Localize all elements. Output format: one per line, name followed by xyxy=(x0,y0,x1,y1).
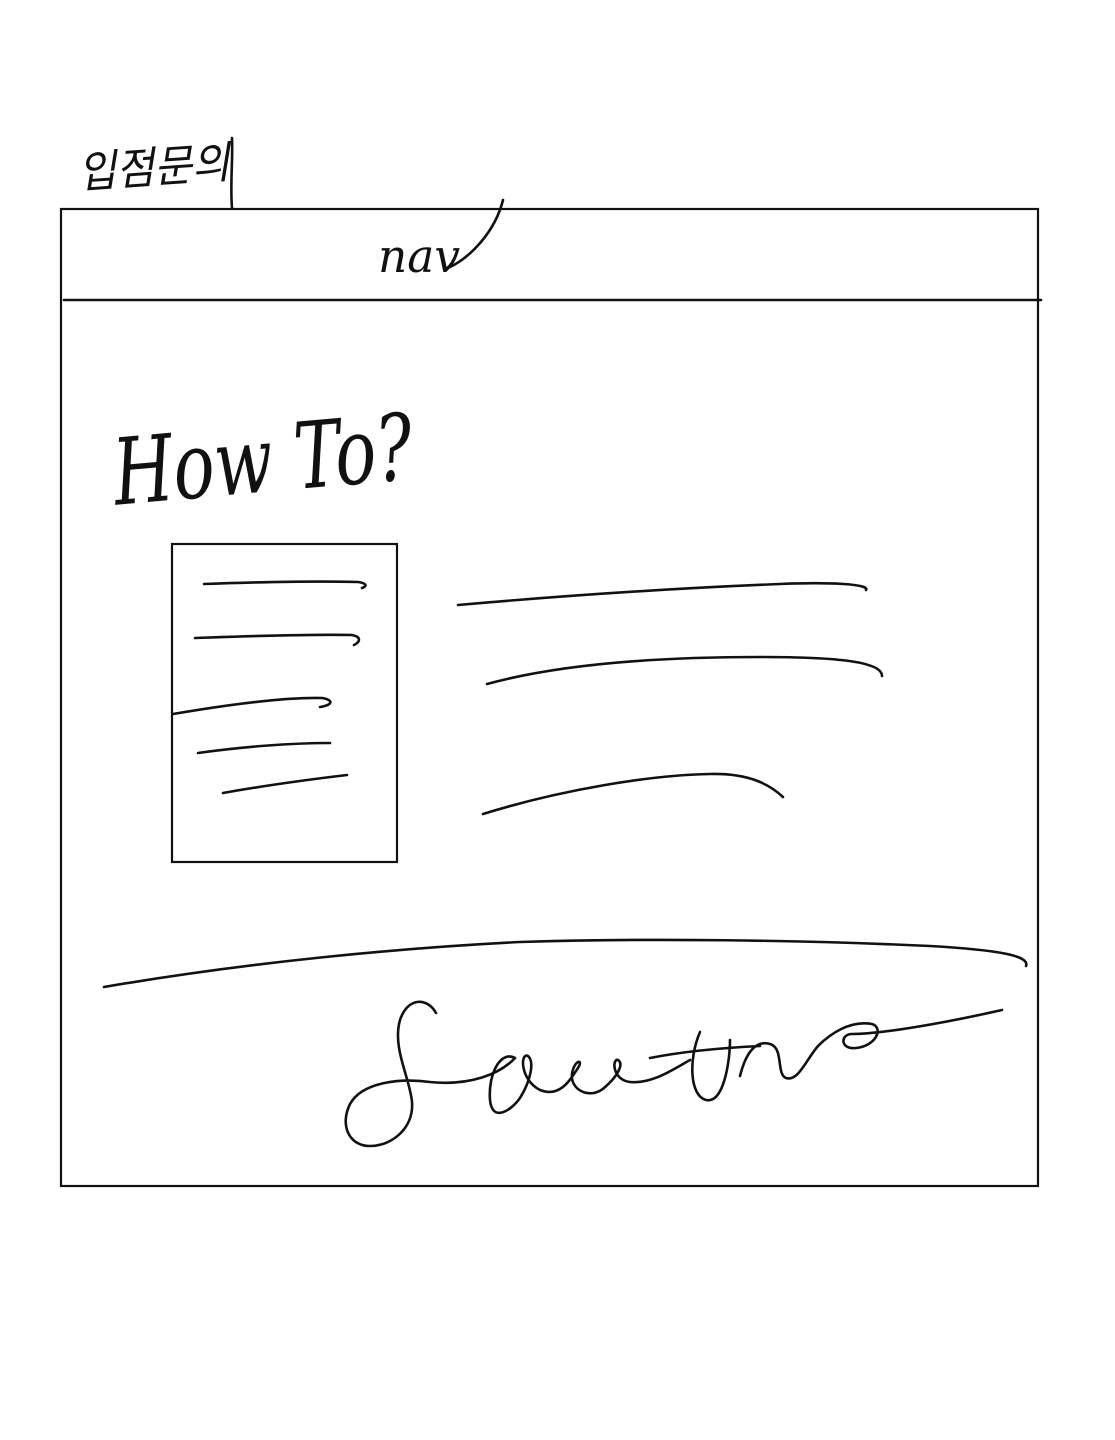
wireframe-sketch: 입점문의 nav How To? xyxy=(59,136,1043,1188)
page-title: 입점문의 xyxy=(76,137,234,199)
description-block xyxy=(456,581,884,816)
main-heading: How To? xyxy=(107,394,417,527)
page-frame xyxy=(59,207,1040,1188)
description-line xyxy=(456,581,868,607)
card-text-line xyxy=(202,580,367,590)
description-line xyxy=(485,655,884,686)
signature-stroke xyxy=(648,1008,1004,1102)
card-text-line xyxy=(221,773,349,795)
title-underline-stroke xyxy=(230,136,234,210)
card-text-line xyxy=(193,633,361,647)
content-card[interactable] xyxy=(170,542,399,864)
nav-bar[interactable]: nav xyxy=(62,198,1043,302)
description-line xyxy=(481,772,785,816)
nav-label: nav xyxy=(378,229,460,283)
footer-divider xyxy=(102,938,1028,989)
card-text-line xyxy=(171,696,332,716)
footer-signature xyxy=(344,1000,1004,1148)
card-text-line xyxy=(196,741,332,755)
signature-stroke xyxy=(488,1054,692,1115)
signature-stroke xyxy=(344,1000,517,1148)
card-frame xyxy=(170,542,399,864)
